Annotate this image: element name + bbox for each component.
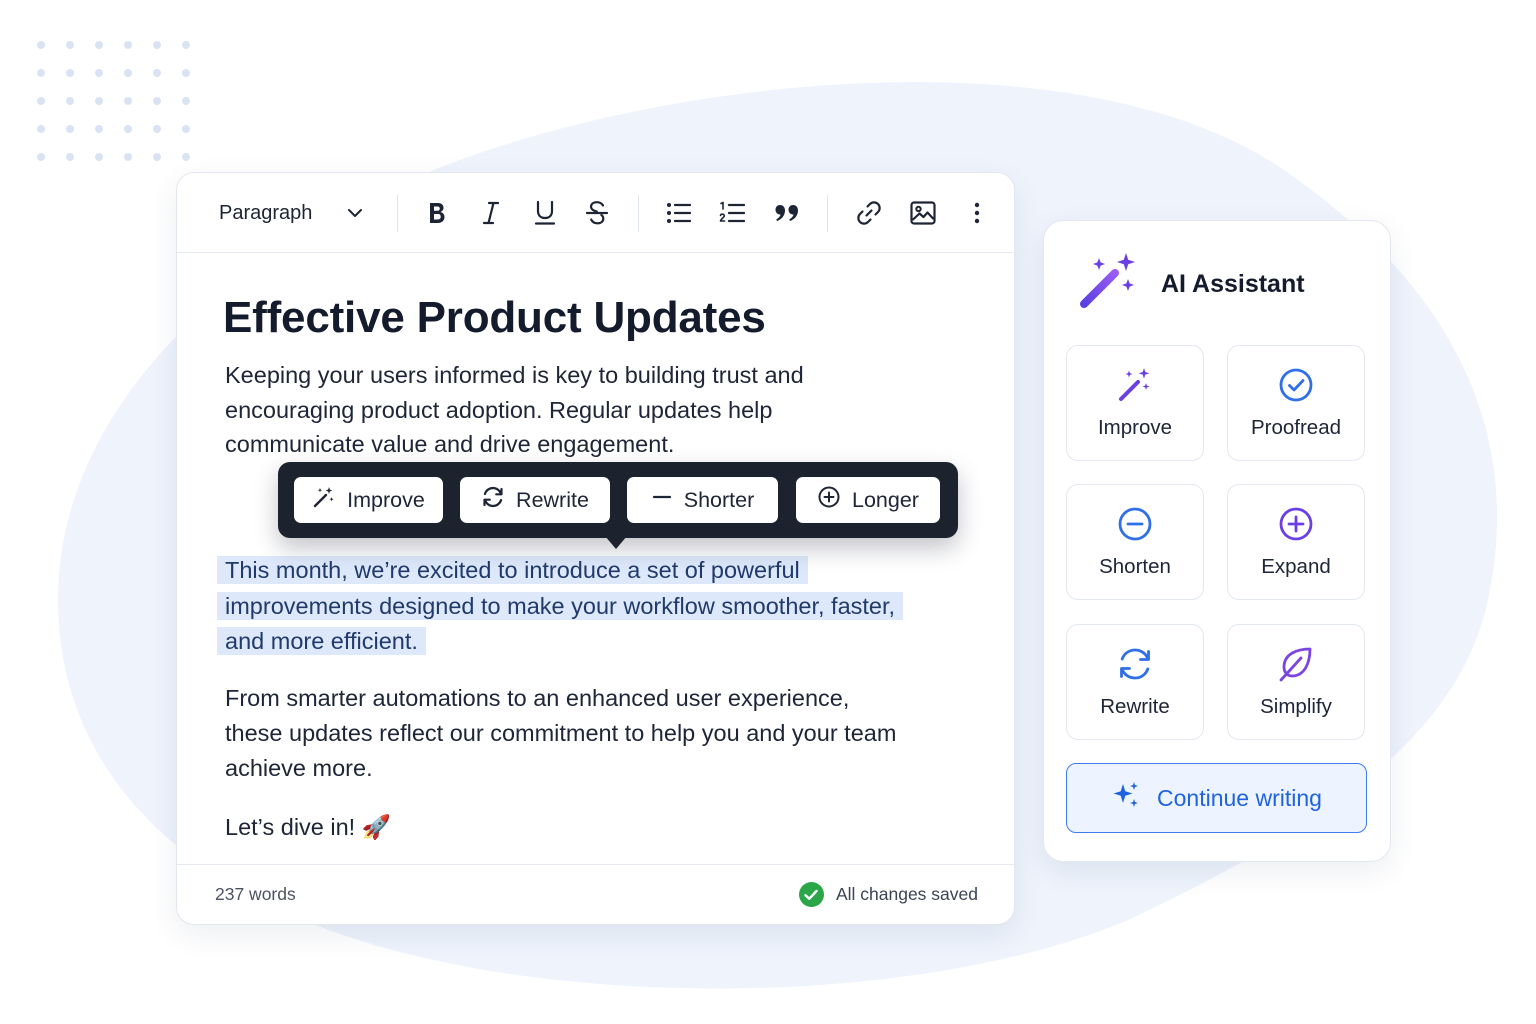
refresh-icon	[1067, 645, 1203, 683]
bubble-rewrite-label: Rewrite	[516, 487, 589, 512]
more-vertical-icon	[974, 202, 980, 224]
numbered-list-icon	[719, 201, 745, 225]
continue-writing-button[interactable]: Continue writing	[1066, 763, 1367, 833]
check-circle-icon	[1228, 366, 1364, 404]
block-type-dropdown[interactable]: Paragraph	[209, 193, 369, 233]
image-icon	[910, 201, 936, 225]
numbered-list-button[interactable]	[717, 193, 747, 233]
minus-circle-icon	[1067, 505, 1203, 543]
bubble-longer-button[interactable]: Longer	[796, 477, 940, 523]
ai-proofread-card[interactable]: Proofread	[1227, 345, 1365, 461]
formatting-toolbar: Paragraph	[177, 173, 1014, 253]
toolbar-divider	[827, 195, 828, 232]
more-options-button[interactable]	[967, 193, 987, 233]
bubble-shorter-button[interactable]: Shorter	[627, 477, 778, 523]
ai-improve-label: Improve	[1097, 416, 1173, 439]
link-icon	[856, 200, 882, 226]
word-count: 237 words	[215, 884, 296, 904]
bubble-shorter-label: Shorter	[683, 487, 755, 512]
link-button[interactable]	[854, 193, 884, 233]
ai-rewrite-label: Rewrite	[1100, 695, 1170, 718]
ai-assistant-title: AI Assistant	[1161, 270, 1305, 298]
ai-shorten-card[interactable]: Shorten	[1066, 484, 1204, 600]
toolbar-divider	[397, 195, 398, 232]
selection-bubble-menu: Improve Rewrite Shorter Longer	[278, 462, 958, 549]
paragraph-selected[interactable]: This month, we’re excited to introduce a…	[217, 553, 905, 660]
save-status-label: All changes saved	[835, 884, 978, 904]
magic-wand-sparkles-icon	[1078, 251, 1140, 316]
strikethrough-button[interactable]	[583, 193, 611, 233]
check-circle-icon	[798, 882, 824, 907]
sparkles-icon	[1111, 780, 1141, 816]
image-button[interactable]	[908, 193, 938, 233]
ai-expand-card[interactable]: Expand	[1227, 484, 1365, 600]
ai-simplify-label: Simplify	[1260, 695, 1332, 718]
ai-improve-card[interactable]: Improve	[1066, 345, 1204, 461]
ai-rewrite-card[interactable]: Rewrite	[1066, 624, 1204, 740]
editor-card: Paragraph Effective Product Updates Keep…	[176, 172, 1015, 925]
refresh-icon	[481, 485, 505, 515]
paragraph-intro[interactable]: Keeping your users informed is key to bu…	[225, 358, 905, 462]
quote-button[interactable]	[772, 193, 802, 233]
paragraph-body[interactable]: From smarter automations to an enhanced …	[225, 681, 905, 786]
italic-button[interactable]	[477, 193, 505, 233]
leaf-icon	[1228, 645, 1364, 683]
quote-icon	[774, 203, 800, 223]
magic-wand-icon	[1067, 366, 1203, 404]
ai-simplify-card[interactable]: Simplify	[1227, 624, 1365, 740]
toolbar-divider	[638, 195, 639, 232]
text-selection-highlight[interactable]: This month, we’re excited to introduce a…	[217, 556, 904, 655]
minus-icon	[651, 486, 673, 514]
magic-wand-icon	[312, 485, 336, 515]
save-status: All changes saved	[798, 882, 978, 907]
ai-assistant-panel: AI Assistant Improve Proofread Shorten E…	[1043, 220, 1391, 862]
continue-writing-label: Continue writing	[1157, 784, 1322, 811]
underline-button[interactable]	[531, 193, 559, 233]
block-type-label: Paragraph	[219, 201, 313, 224]
document-content[interactable]: Effective Product Updates	[223, 291, 915, 345]
chevron-down-icon	[345, 203, 365, 223]
ai-assistant-header	[1078, 251, 1140, 316]
paragraph-closing[interactable]: Let’s dive in! 🚀	[225, 810, 905, 844]
ai-shorten-label: Shorten	[1099, 555, 1171, 578]
bullet-list-button[interactable]	[664, 193, 694, 233]
bubble-rewrite-button[interactable]: Rewrite	[460, 477, 610, 523]
strikethrough-icon	[585, 200, 609, 226]
decorative-dots	[37, 41, 190, 161]
bubble-longer-label: Longer	[852, 487, 919, 512]
plus-circle-icon	[817, 485, 841, 515]
ai-expand-label: Expand	[1261, 555, 1331, 578]
bold-icon	[427, 201, 447, 225]
bullet-list-icon	[666, 202, 692, 224]
ai-proofread-label: Proofread	[1250, 416, 1342, 439]
underline-icon	[534, 200, 556, 226]
plus-circle-icon	[1228, 505, 1364, 543]
document-title[interactable]: Effective Product Updates	[223, 291, 915, 345]
bold-button[interactable]	[423, 193, 451, 233]
editor-footer: 237 words All changes saved	[177, 864, 1014, 924]
bubble-improve-button[interactable]: Improve	[294, 477, 443, 523]
italic-icon	[482, 201, 500, 225]
bubble-improve-label: Improve	[347, 487, 425, 512]
